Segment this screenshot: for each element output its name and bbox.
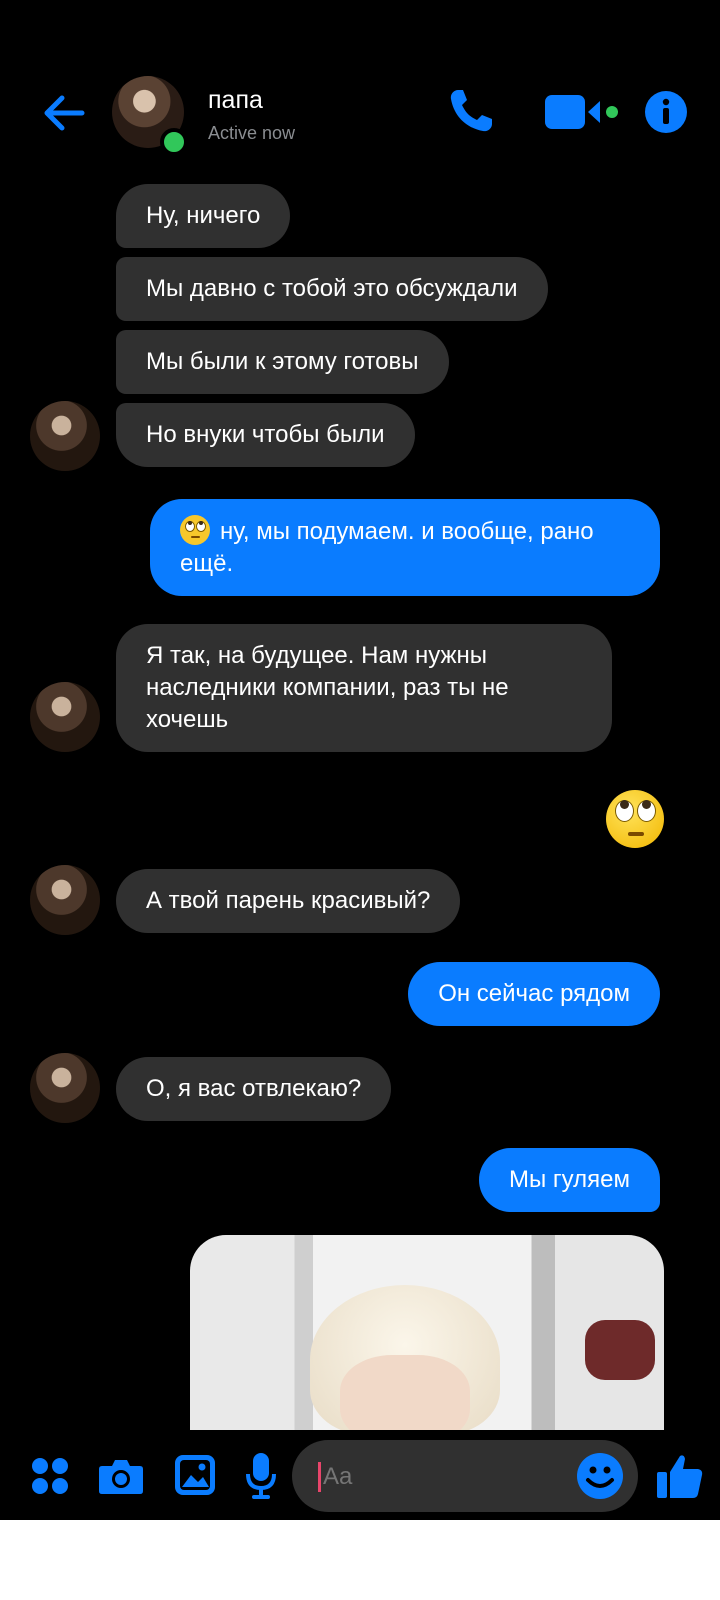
composer-toolbar (0, 1430, 720, 1520)
contact-status: Active now (208, 123, 296, 143)
system-navigation-area (0, 1520, 720, 1600)
gallery-icon[interactable] (174, 1454, 216, 1496)
message-text: ну, мы подумаем. и вообще, рано ещё. (180, 518, 594, 577)
sender-avatar (30, 865, 100, 935)
video-camera-icon[interactable] (544, 92, 618, 132)
phone-icon[interactable] (446, 86, 496, 136)
message-outgoing[interactable]: ну, мы подумаем. и вообще, рано ещё. (150, 499, 660, 596)
rolling-eyes-emoji-icon[interactable] (606, 790, 664, 848)
camera-icon[interactable] (98, 1456, 144, 1496)
message-composer[interactable] (292, 1440, 638, 1512)
message-incoming[interactable]: Ну, ничего (116, 184, 291, 248)
microphone-icon[interactable] (246, 1452, 276, 1500)
thumbs-up-icon[interactable] (656, 1452, 704, 1500)
online-status-dot (160, 128, 188, 156)
message-incoming[interactable]: Я так, на будущее. Нам нужны наследники … (116, 624, 612, 752)
message-incoming[interactable]: О, я вас отвлекаю? (116, 1057, 392, 1121)
message-incoming[interactable]: Но внуки чтобы были (116, 403, 415, 467)
sender-avatar (30, 682, 100, 752)
message-incoming[interactable]: А твой парень красивый? (116, 869, 461, 933)
message-outgoing[interactable]: Мы гуляем (479, 1148, 660, 1212)
chat-header: папа Active now (0, 0, 720, 175)
message-outgoing[interactable]: Он сейчас рядом (408, 962, 660, 1026)
message-input[interactable] (318, 1462, 565, 1492)
photo-attachment[interactable] (190, 1235, 664, 1430)
contact-name[interactable]: папа (208, 86, 263, 115)
rolling-eyes-emoji-icon (180, 515, 210, 545)
message-incoming[interactable]: Мы были к этому готовы (116, 330, 449, 394)
sender-avatar (30, 1053, 100, 1123)
menu-dots-icon[interactable] (30, 1456, 70, 1496)
back-arrow-icon[interactable] (38, 88, 88, 138)
photo-subject-face (340, 1355, 470, 1430)
emoji-icon[interactable] (576, 1452, 624, 1500)
message-incoming[interactable]: Мы давно с тобой это обсуждали (116, 257, 548, 321)
photo-cake (585, 1320, 655, 1380)
sender-avatar (30, 401, 100, 471)
info-icon[interactable] (644, 90, 688, 134)
